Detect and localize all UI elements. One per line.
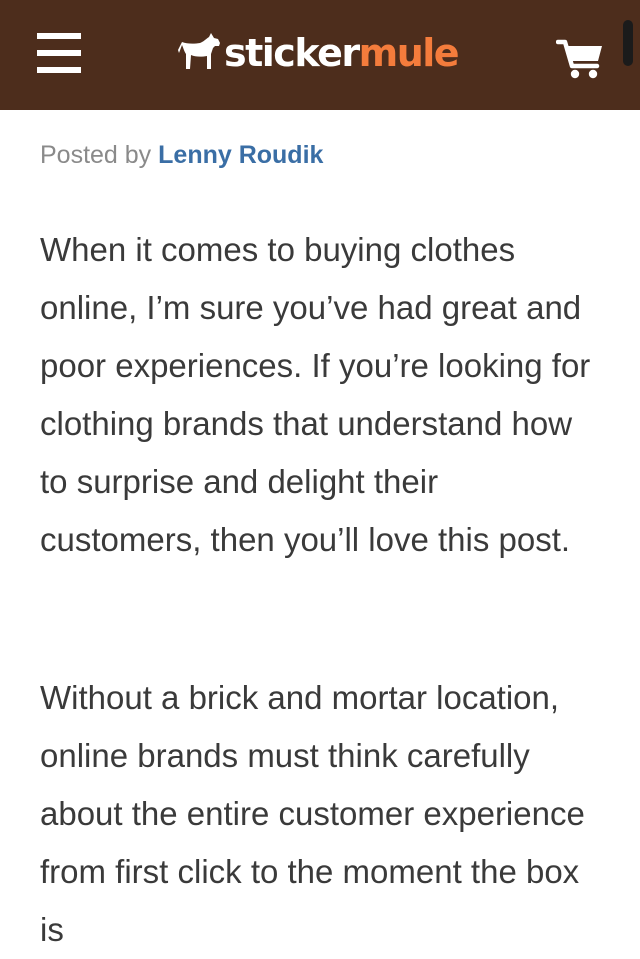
post-paragraph: Without a brick and mortar location, onl… <box>40 679 585 948</box>
logo-wordmark: stickermule <box>224 28 460 78</box>
author-link[interactable]: Lenny Roudik <box>158 141 323 169</box>
menu-bar-bottom <box>37 67 81 73</box>
shopping-cart-icon[interactable] <box>555 38 604 80</box>
posted-by-label: Posted by <box>40 141 152 169</box>
cart-glyph <box>555 39 602 79</box>
logo-word-sticker: sticker <box>224 31 360 75</box>
stickermule-logo[interactable]: stickermule <box>178 28 460 78</box>
logo-word-mule: mule <box>358 31 460 75</box>
mule-icon <box>178 33 220 69</box>
hamburger-menu-icon[interactable] <box>37 33 81 73</box>
scrollbar-thumb[interactable] <box>623 20 633 66</box>
menu-bar-top <box>37 33 81 39</box>
post-paragraph: When it comes to buying clothes online, … <box>40 231 591 558</box>
post-byline: Posted by Lenny Roudik <box>40 138 323 172</box>
menu-bar-middle <box>37 50 81 56</box>
top-navigation-bar: stickermule <box>0 0 640 110</box>
